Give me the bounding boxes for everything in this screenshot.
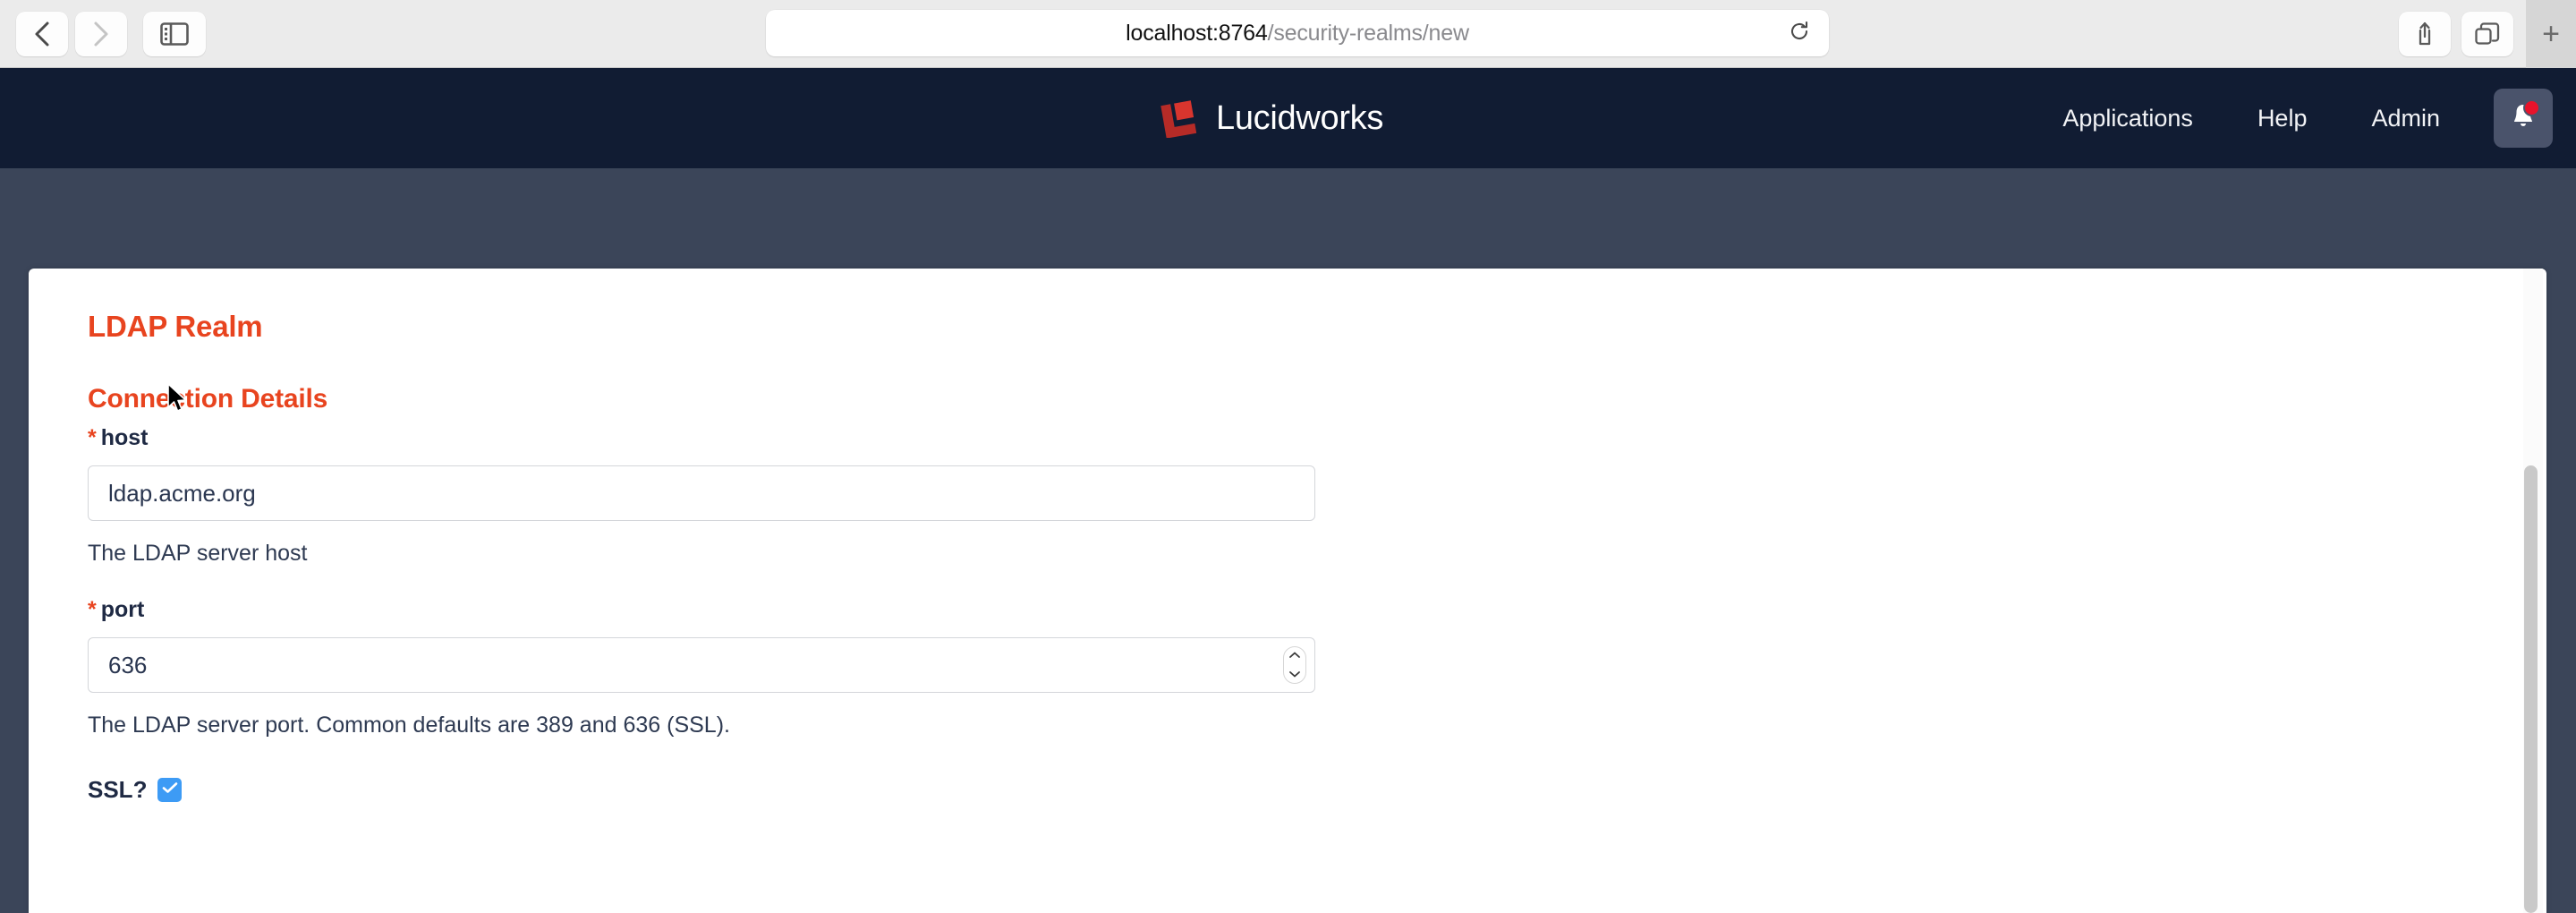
brand[interactable]: Lucidworks xyxy=(1159,98,1384,139)
scrollbar-thumb[interactable] xyxy=(2524,465,2538,913)
ssl-label: SSL? xyxy=(88,776,148,803)
scrollbar-track[interactable] xyxy=(2523,269,2543,913)
page-title: LDAP Realm xyxy=(88,310,263,343)
url-path: /security-realms/new xyxy=(1267,20,1469,46)
form-card: LDAP Realm Connection Details *host The … xyxy=(29,269,2546,913)
notifications-button[interactable] xyxy=(2494,89,2553,148)
chevron-left-icon xyxy=(32,20,52,48)
tab-overview-icon xyxy=(2475,22,2500,46)
app-header: Lucidworks Applications Help Admin xyxy=(0,68,2576,168)
reload-button[interactable] xyxy=(1784,18,1815,48)
field-label-port: * port xyxy=(88,597,2487,623)
sidebar-toggle-button[interactable] xyxy=(143,11,206,56)
field-host: *host The LDAP server host xyxy=(88,425,2487,567)
new-tab-button[interactable]: + xyxy=(2526,0,2576,68)
field-label-host-text: host xyxy=(100,425,149,450)
reload-icon xyxy=(1788,20,1811,47)
browser-nav-buttons xyxy=(0,11,206,56)
brand-name: Lucidworks xyxy=(1216,98,1384,137)
required-marker: * xyxy=(88,425,97,450)
form-content: LDAP Realm Connection Details *host The … xyxy=(29,269,2546,804)
nav-item-applications[interactable]: Applications xyxy=(2030,105,2225,132)
share-icon xyxy=(2413,21,2436,47)
browser-right-buttons: + xyxy=(2399,0,2576,68)
ssl-checkbox[interactable] xyxy=(157,778,183,802)
field-label-host: * host xyxy=(88,425,2487,451)
page-body: LDAP Realm Connection Details *host The … xyxy=(0,168,2576,913)
required-marker: * xyxy=(88,597,97,622)
share-button[interactable] xyxy=(2399,12,2451,56)
app-nav: Applications Help Admin xyxy=(2030,68,2576,168)
chevron-up-icon[interactable] xyxy=(1288,647,1301,663)
checkmark-icon xyxy=(162,781,178,798)
forward-button[interactable] xyxy=(75,11,127,56)
field-ssl[interactable]: SSL? xyxy=(88,776,2487,804)
helper-text-port: The LDAP server port. Common defaults ar… xyxy=(88,712,730,738)
chevron-right-icon xyxy=(91,20,111,48)
address-bar[interactable]: localhost:8764/security-realms/new xyxy=(766,10,1829,56)
browser-toolbar: localhost:8764/security-realms/new + xyxy=(0,0,2576,68)
chevron-down-icon[interactable] xyxy=(1288,667,1301,683)
url-domain: localhost:8764 xyxy=(1126,20,1268,46)
field-port: *port The LDAP server port. Common defau… xyxy=(88,597,2487,738)
back-button[interactable] xyxy=(16,11,68,56)
lucidworks-logo-icon xyxy=(1159,98,1198,139)
port-input[interactable] xyxy=(88,637,1315,693)
port-stepper[interactable] xyxy=(1283,646,1306,684)
tab-overview-button[interactable] xyxy=(2461,12,2513,56)
nav-item-admin[interactable]: Admin xyxy=(2339,105,2472,132)
section-heading-connection-details: Connection Details xyxy=(88,384,328,414)
notification-badge xyxy=(2523,99,2540,116)
port-input-wrapper xyxy=(88,637,1315,693)
helper-text-host: The LDAP server host xyxy=(88,541,308,566)
url-text: localhost:8764/security-realms/new xyxy=(1126,21,1469,47)
nav-item-help[interactable]: Help xyxy=(2225,105,2340,132)
url-input[interactable]: localhost:8764/security-realms/new xyxy=(766,10,1829,56)
host-input[interactable] xyxy=(88,465,1315,521)
sidebar-toggle-icon xyxy=(160,21,189,46)
field-label-port-text: port xyxy=(100,597,145,622)
